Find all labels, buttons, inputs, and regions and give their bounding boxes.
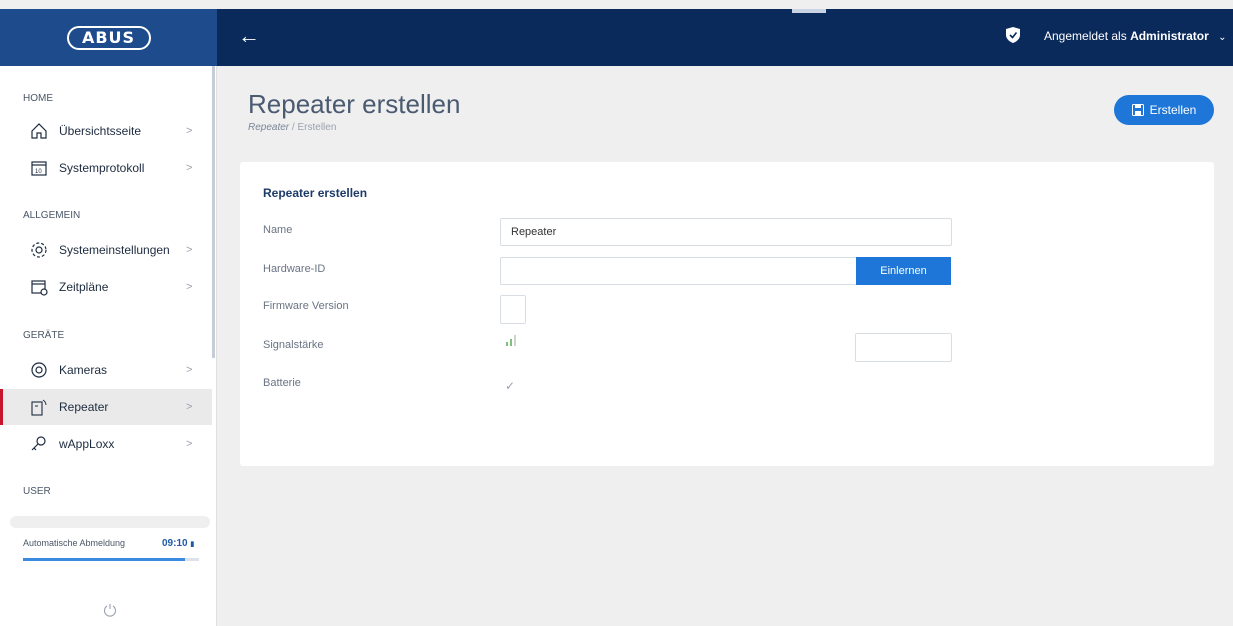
abus-logo[interactable]: ABUS: [66, 25, 151, 50]
section-home: HOME: [23, 93, 53, 104]
chevron-right-icon: >: [186, 401, 193, 413]
name-label: Name: [263, 224, 293, 236]
breadcrumb: Repeater / Erstellen: [248, 122, 336, 133]
sidebar-item-label: Zeitpläne: [59, 280, 109, 294]
logout-timer: 09:10 ▮: [162, 538, 194, 549]
form-title: Repeater erstellen: [263, 186, 368, 200]
user-name: Administrator: [1130, 29, 1209, 43]
schedule-icon: [31, 280, 48, 296]
learn-button[interactable]: Einlernen: [856, 257, 951, 285]
hardware-id-input[interactable]: [500, 257, 857, 285]
sidebar-item-label: Systemeinstellungen: [59, 243, 170, 257]
chevron-right-icon: >: [186, 438, 193, 450]
top-indicator: [792, 9, 826, 13]
sidebar-item-uebersichtsseite[interactable]: Übersichtsseite >: [0, 113, 212, 149]
chevron-right-icon: >: [186, 364, 193, 376]
user-menu[interactable]: Angemeldet als Administrator ⌄: [1044, 29, 1226, 43]
sidebar-item-label: Übersichtsseite: [59, 124, 142, 138]
sidebar-item-repeater[interactable]: Repeater >: [0, 389, 212, 425]
sidebar-item-zeitplaene[interactable]: Zeitpläne >: [0, 269, 212, 305]
user-prefix: Angemeldet als: [1044, 29, 1127, 43]
chevron-right-icon: >: [186, 244, 193, 256]
sidebar-item-kameras[interactable]: Kameras >: [0, 352, 212, 388]
section-user: USER: [23, 486, 51, 497]
gear-icon: [31, 242, 47, 258]
breadcrumb-current: Erstellen: [297, 122, 337, 133]
breadcrumb-link-repeater[interactable]: Repeater: [248, 122, 289, 133]
save-icon: [1131, 104, 1144, 116]
home-icon: [31, 123, 47, 139]
page-title: Repeater erstellen: [248, 89, 461, 119]
sidebar-item-label: wAppLoxx: [59, 437, 115, 451]
chevron-right-icon: >: [186, 125, 193, 137]
pause-icon[interactable]: ▮: [190, 541, 194, 548]
svg-text:10: 10: [35, 169, 42, 175]
create-button[interactable]: Erstellen: [1114, 95, 1214, 125]
breadcrumb-separator: /: [291, 122, 295, 133]
logout-progress: [23, 558, 199, 561]
name-input[interactable]: Repeater: [500, 218, 952, 246]
auto-logout-label: Automatische Abmeldung: [23, 538, 126, 548]
sidebar-item-systemeinstellungen[interactable]: Systemeinstellungen >: [0, 232, 212, 268]
create-button-label: Erstellen: [1149, 103, 1197, 117]
chevron-right-icon: >: [186, 162, 193, 174]
firmware-field: [500, 295, 526, 324]
logo-area: ABUS: [0, 9, 217, 66]
sidebar-item-partial[interactable]: [10, 516, 210, 528]
hardware-id-label: Hardware-ID: [263, 263, 326, 275]
timer-value: 09:10: [162, 538, 188, 549]
logout-progress-fill: [23, 558, 185, 561]
sidebar-item-wapploxx[interactable]: wAppLoxx >: [0, 426, 212, 462]
repeater-icon: [31, 399, 47, 416]
chevron-right-icon: >: [186, 281, 193, 293]
section-geraete: GERÄTE: [23, 330, 65, 341]
sidebar: HOME Übersichtsseite > 10 Systemprotokol…: [0, 66, 217, 626]
firmware-label: Firmware Version: [263, 300, 349, 312]
top-bar: ABUS ← Angemeldet als Administrator ⌄: [0, 9, 1233, 66]
sidebar-scrollbar[interactable]: [212, 66, 215, 358]
back-arrow-icon[interactable]: ←: [238, 23, 260, 49]
power-icon[interactable]: [103, 603, 117, 617]
sidebar-item-label: Kameras: [59, 363, 108, 377]
key-icon: [31, 436, 46, 451]
calendar-icon: 10: [31, 161, 47, 176]
sidebar-item-systemprotokoll[interactable]: 10 Systemprotokoll >: [0, 150, 212, 186]
signal-label: Signalstärke: [263, 339, 324, 351]
battery-label: Batterie: [263, 377, 301, 389]
form-card: Repeater erstellen Name Repeater Hardwar…: [240, 162, 1214, 466]
sidebar-item-label: Systemprotokoll: [59, 161, 145, 175]
check-icon: ✓: [505, 379, 516, 393]
signal-field: [855, 333, 952, 362]
section-allgemein: ALLGEMEIN: [23, 210, 81, 221]
chevron-down-icon: ⌄: [1218, 32, 1227, 43]
name-value: Repeater: [511, 226, 557, 238]
shield-icon: [1006, 27, 1020, 43]
signal-strength-icon: [506, 335, 516, 346]
camera-icon: [31, 362, 47, 378]
sidebar-item-label: Repeater: [59, 400, 109, 414]
